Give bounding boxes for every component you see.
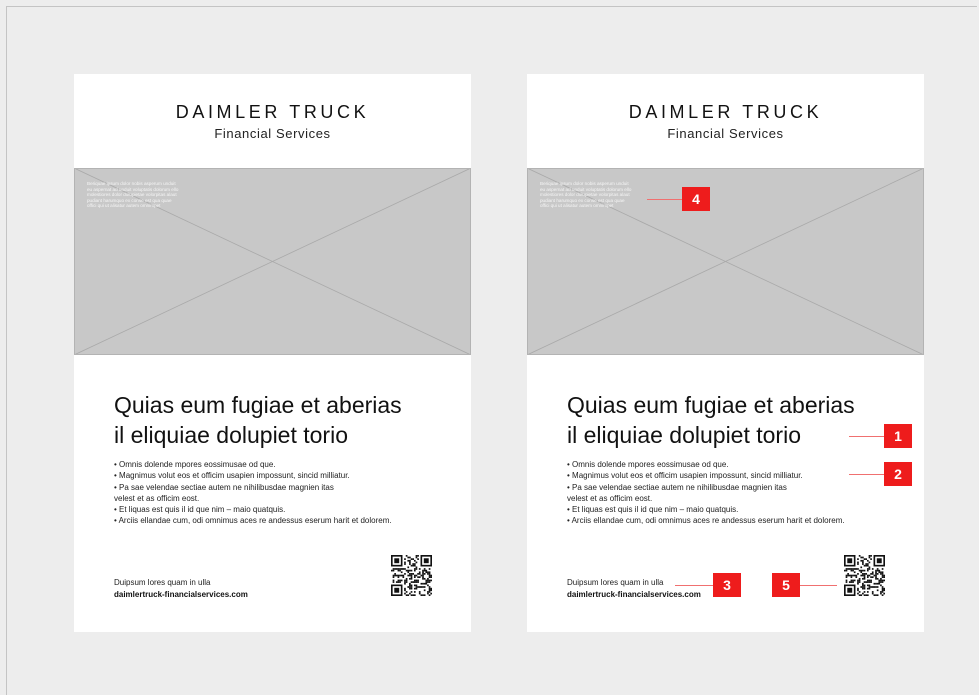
footer-text: Duipsum lores quam in ulla xyxy=(114,578,211,587)
headline-line: il eliquiae dolupiet torio xyxy=(567,422,801,448)
footer: Duipsum lores quam in ulla daimlertruck-… xyxy=(567,577,701,600)
brand-name: DAIMLER TRUCK xyxy=(628,102,823,122)
marker-leader-5 xyxy=(799,585,837,586)
list-item: • Arciis ellandae cum, odi omnimus aces … xyxy=(114,516,392,526)
headline-line: il eliquiae dolupiet torio xyxy=(114,422,348,448)
headline-line: Quias eum fugiae et aberias xyxy=(114,392,402,418)
brand-subtitle: Financial Services xyxy=(214,126,331,141)
list-item: • Pa sae velendae sectiae autem ne nihil… xyxy=(114,482,334,492)
flyer-page-annotated: DAIMLER TRUCK Financial Services Beriqua… xyxy=(527,74,924,632)
bullet-list: • Omnis dolende mpores eossimusae od que… xyxy=(567,459,907,527)
footer-url-link[interactable]: daimlertruck-financialservices.com xyxy=(114,589,248,601)
qr-code-icon xyxy=(844,555,885,596)
marker-leader-1 xyxy=(849,436,885,437)
headline-line: Quias eum fugiae et aberias xyxy=(567,392,855,418)
qr-code-icon xyxy=(391,555,432,596)
list-item: velest et as officim eost. xyxy=(114,493,200,503)
hero-image-placeholder: Beriquae ipsum dolor nobis asperum undui… xyxy=(74,168,471,355)
annotation-marker-4: 4 xyxy=(682,187,710,211)
annotation-marker-2: 2 xyxy=(884,462,912,486)
list-item: • Magnimus volut eos et officim usapien … xyxy=(114,471,350,481)
list-item: velest et as officim eost. xyxy=(567,493,653,503)
footer-url-link[interactable]: daimlertruck-financialservices.com xyxy=(567,589,701,601)
hero-caption: Beriquae ipsum dolor nobis asperum undui… xyxy=(540,181,632,209)
brand-name: DAIMLER TRUCK xyxy=(175,102,370,122)
footer-text: Duipsum lores quam in ulla xyxy=(567,578,664,587)
annotation-marker-3: 3 xyxy=(713,573,741,597)
list-item: • Omnis dolende mpores eossimusae od que… xyxy=(567,460,729,469)
footer: Duipsum lores quam in ulla daimlertruck-… xyxy=(114,577,248,600)
list-item: • Arciis ellandae cum, odi omnimus aces … xyxy=(567,516,845,526)
marker-leader-4 xyxy=(647,199,683,200)
list-item: • Et liquas est quis il id que nim – mai… xyxy=(567,505,739,515)
headline: Quias eum fugiae et aberias il eliquiae … xyxy=(567,390,897,450)
list-item: • Omnis dolende mpores eossimusae od que… xyxy=(114,460,276,469)
list-item: • Pa sae velendae sectiae autem ne nihil… xyxy=(567,482,787,492)
annotation-marker-1: 1 xyxy=(884,424,912,448)
list-item: • Et liquas est quis il id que nim – mai… xyxy=(114,505,286,515)
brand-subtitle: Financial Services xyxy=(667,126,784,141)
marker-leader-2 xyxy=(849,474,885,475)
list-item: • Magnimus volut eos et officim usapien … xyxy=(567,471,803,481)
hero-caption: Beriquae ipsum dolor nobis asperum undui… xyxy=(87,181,179,209)
hero-image-placeholder: Beriquae ipsum dolor nobis asperum undui… xyxy=(527,168,924,355)
bullet-list: • Omnis dolende mpores eossimusae od que… xyxy=(114,459,454,527)
flyer-page-plain: DAIMLER TRUCK Financial Services Beriqua… xyxy=(74,74,471,632)
marker-leader-3 xyxy=(675,585,715,586)
headline: Quias eum fugiae et aberias il eliquiae … xyxy=(114,390,444,450)
annotation-marker-5: 5 xyxy=(772,573,800,597)
